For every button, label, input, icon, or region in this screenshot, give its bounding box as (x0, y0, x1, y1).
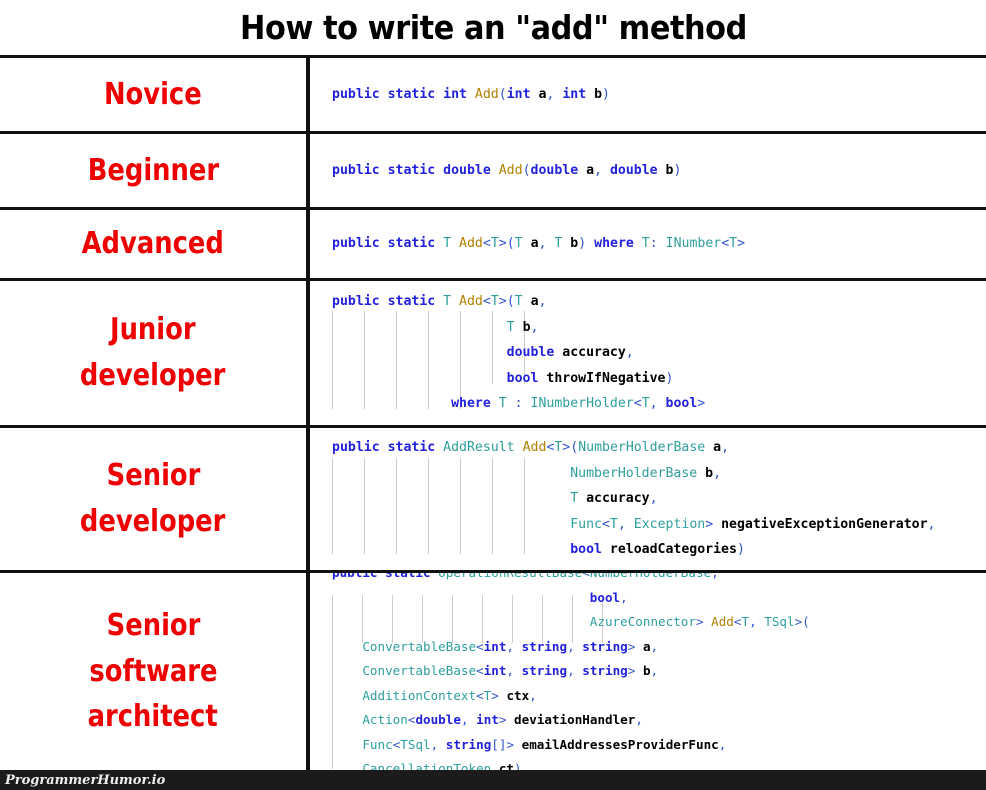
row-label-senior-software-architect: Senior software architect (0, 573, 310, 770)
row-label-beginner: Beginner (0, 134, 310, 207)
page-title: How to write an "add" method (239, 8, 747, 47)
watermark-bar: ProgrammerHumor.io (0, 770, 986, 790)
row-label-novice: Novice (0, 58, 310, 131)
table-row: Junior developer public static T Add<T>(… (0, 281, 986, 428)
table-row: Beginner public static double Add(double… (0, 134, 986, 210)
row-label-senior-developer: Senior developer (0, 428, 310, 570)
row-code-beginner: public static double Add(double a, doubl… (310, 134, 986, 207)
title-bar: How to write an "add" method (0, 0, 986, 55)
table-row: Novice public static int Add(int a, int … (0, 58, 986, 134)
meme-image: How to write an "add" method Novice publ… (0, 0, 986, 790)
table-row: Advanced public static T Add<T>(T a, T b… (0, 210, 986, 281)
code-block: public static int Add(int a, int b) (332, 86, 610, 102)
table-row: Senior software architect public s (0, 573, 986, 770)
row-code-advanced: public static T Add<T>(T a, T b) where T… (310, 210, 986, 278)
code-block: public static OperationResultBase<Number… (332, 573, 810, 770)
table-row: Senior developer public static AddResult… (0, 428, 986, 573)
row-code-senior-software-architect: public static OperationResultBase<Number… (310, 573, 986, 770)
row-label-advanced: Advanced (0, 210, 310, 278)
code-block: public static T Add<T>(T a, T b, double … (332, 294, 706, 412)
row-code-senior-developer: public static AddResult Add<T>(NumberHol… (310, 428, 986, 570)
code-block: public static T Add<T>(T a, T b) where T… (332, 236, 746, 252)
row-label-junior-developer: Junior developer (0, 281, 310, 425)
watermark-label: ProgrammerHumor.io (5, 772, 166, 788)
row-code-novice: public static int Add(int a, int b) (310, 58, 986, 131)
comparison-table: Novice public static int Add(int a, int … (0, 55, 986, 773)
code-block: public static AddResult Add<T>(NumberHol… (332, 440, 936, 558)
code-block: public static double Add(double a, doubl… (332, 162, 682, 178)
row-code-junior-developer: public static T Add<T>(T a, T b, double … (310, 281, 986, 425)
